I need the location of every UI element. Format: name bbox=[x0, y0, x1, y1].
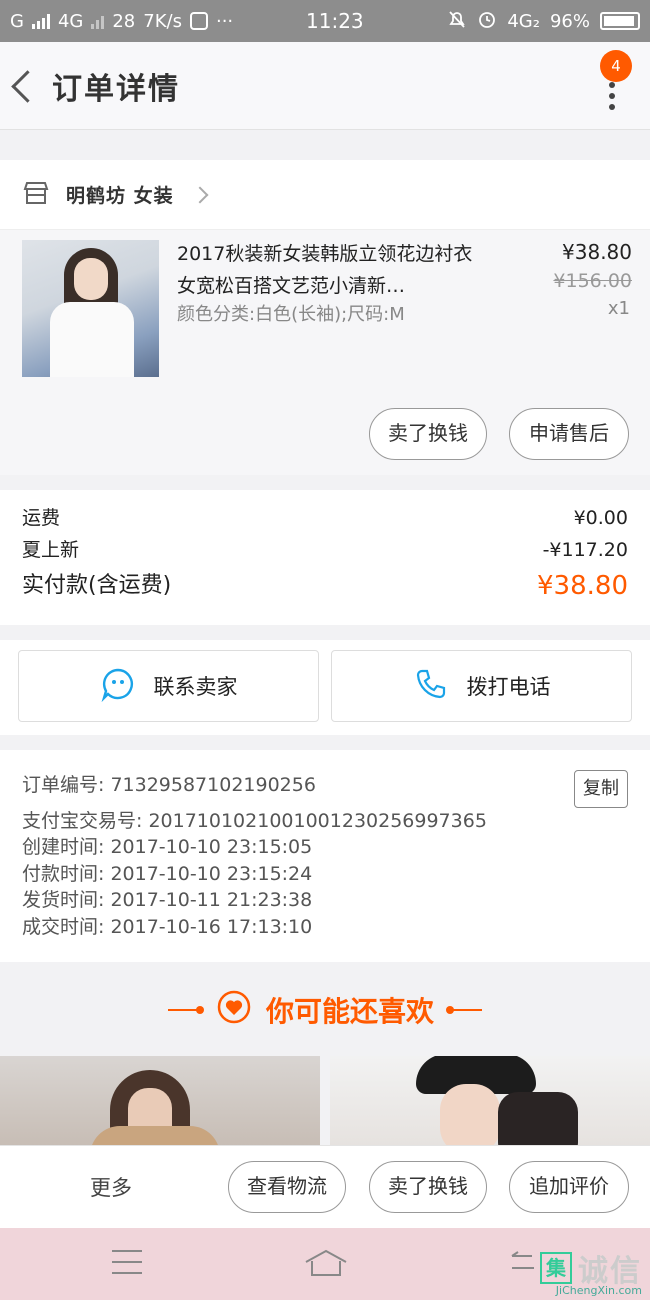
status-more: ··· bbox=[215, 10, 234, 32]
product-price: ¥38.80 bbox=[562, 240, 632, 264]
completed-time: 成交时间: 2017-10-16 17:13:10 bbox=[22, 915, 313, 938]
more-menu-icon[interactable] bbox=[608, 82, 616, 110]
order-info: 订单编号: 71329587102190256 复制 支付宝交易号: 20171… bbox=[0, 750, 650, 962]
battery-percent: 96% bbox=[549, 10, 590, 32]
fee-summary: 运费 ¥0.00 夏上新 -¥117.20 实付款(含运费) ¥38.80 bbox=[0, 490, 650, 625]
contact-bar: 联系卖家 拨打电话 bbox=[0, 640, 650, 735]
sell-for-cash-button[interactable]: 卖了换钱 bbox=[369, 408, 487, 460]
watermark-box: 集 bbox=[540, 1252, 572, 1284]
bottom-action-bar: 更多 查看物流 卖了换钱 追加评价 bbox=[0, 1145, 650, 1228]
copy-button[interactable]: 复制 bbox=[574, 770, 628, 808]
back-icon[interactable] bbox=[6, 56, 52, 116]
discount-value: -¥117.20 bbox=[542, 539, 628, 561]
order-number: 订单编号: 71329587102190256 bbox=[22, 774, 316, 796]
network-speed: 7K/s bbox=[143, 10, 182, 32]
carrier-label: G bbox=[10, 10, 24, 32]
contact-seller-button[interactable]: 联系卖家 bbox=[18, 650, 319, 722]
network-type: 4G₂ bbox=[507, 10, 540, 32]
product-item[interactable]: 2017秋装新女装韩版立领花边衬衣女宽松百搭文艺范小清新… 颜色分类:白色(长袖… bbox=[0, 230, 650, 475]
recommend-header: 你可能还喜欢 bbox=[0, 975, 650, 1045]
shipping-value: ¥0.00 bbox=[573, 507, 628, 529]
signal-icon bbox=[31, 13, 50, 29]
product-quantity: x1 bbox=[607, 298, 630, 319]
recommend-title: 你可能还喜欢 bbox=[265, 995, 434, 1028]
more-button[interactable]: 更多 bbox=[90, 1172, 132, 1202]
product-name: 2017秋装新女装韩版立领花边衬衣女宽松百搭文艺范小清新… bbox=[177, 243, 473, 297]
home-icon[interactable] bbox=[304, 1248, 348, 1282]
call-phone-button[interactable]: 拨打电话 bbox=[331, 650, 632, 722]
battery-icon bbox=[600, 12, 640, 30]
app-icon bbox=[189, 12, 208, 30]
total-value: ¥38.80 bbox=[537, 571, 628, 601]
clock: 11:23 bbox=[306, 9, 364, 33]
mute-icon bbox=[447, 9, 467, 34]
network-label: 4G bbox=[57, 10, 84, 32]
page-title: 订单详情 bbox=[52, 71, 180, 107]
back-nav-icon[interactable] bbox=[508, 1250, 538, 1278]
total-label: 实付款(含运费) bbox=[22, 573, 172, 598]
product-original-price: ¥156.00 bbox=[553, 270, 632, 292]
app-header: 订单详情 4 bbox=[0, 42, 650, 130]
shop-name: 明鹤坊 女装 bbox=[66, 185, 174, 207]
chat-icon bbox=[100, 666, 136, 707]
divider-left bbox=[167, 1006, 204, 1014]
alarm-icon bbox=[477, 9, 497, 34]
notification-count: 28 bbox=[112, 10, 136, 32]
recommend-product-image[interactable] bbox=[0, 1056, 320, 1146]
alipay-number: 支付宝交易号: 2017101021001001230256997365 bbox=[22, 809, 487, 832]
view-logistics-button[interactable]: 查看物流 bbox=[228, 1161, 346, 1213]
product-image[interactable] bbox=[22, 240, 159, 377]
system-nav-bar: 集 诚信 JiChengXin.com bbox=[0, 1228, 650, 1300]
call-phone-label: 拨打电话 bbox=[466, 675, 551, 699]
watermark-url: JiChengXin.com bbox=[555, 1284, 642, 1297]
shipping-label: 运费 bbox=[22, 507, 61, 529]
divider-right bbox=[446, 1006, 482, 1014]
shop-icon bbox=[22, 180, 50, 210]
heart-icon bbox=[216, 989, 252, 1032]
message-badge: 4 bbox=[600, 50, 632, 82]
signal-icon-2 bbox=[91, 13, 105, 29]
menu-icon[interactable] bbox=[112, 1250, 142, 1274]
sell-for-cash-button[interactable]: 卖了换钱 bbox=[369, 1161, 487, 1213]
discount-label: 夏上新 bbox=[22, 539, 80, 561]
chevron-right-icon bbox=[191, 186, 209, 203]
after-sale-button[interactable]: 申请售后 bbox=[509, 408, 629, 460]
status-bar: G 4G 28 7K/s ··· 11:23 4G₂ 96% bbox=[0, 0, 650, 42]
recommend-product-image[interactable] bbox=[330, 1056, 650, 1146]
product-spec: 颜色分类:白色(长袖);尺码:M bbox=[177, 304, 405, 325]
contact-seller-label: 联系卖家 bbox=[153, 675, 238, 699]
shipped-time: 发货时间: 2017-10-11 21:23:38 bbox=[22, 889, 313, 911]
created-time: 创建时间: 2017-10-10 23:15:05 bbox=[22, 836, 313, 858]
paid-time: 付款时间: 2017-10-10 23:15:24 bbox=[22, 862, 313, 885]
phone-icon bbox=[413, 666, 449, 707]
add-review-button[interactable]: 追加评价 bbox=[509, 1161, 629, 1213]
shop-row[interactable]: 明鹤坊 女装 bbox=[0, 160, 650, 230]
